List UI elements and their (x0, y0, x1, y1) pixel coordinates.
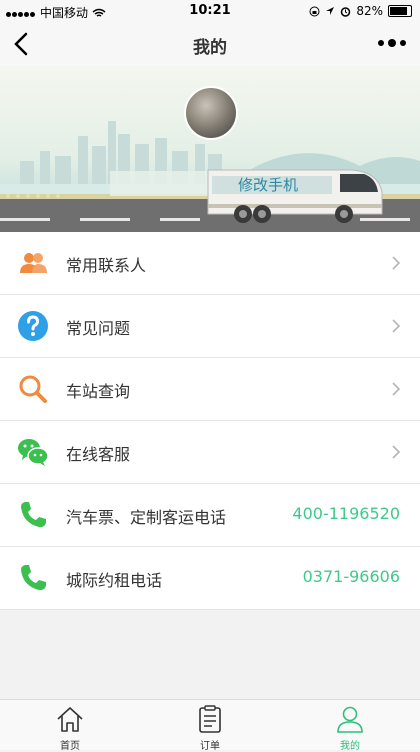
chevron-right-icon (392, 445, 400, 459)
navigation-bar: 我的 (0, 22, 420, 66)
home-icon (57, 707, 83, 732)
location-icon (326, 7, 335, 15)
tab-orders[interactable]: 订单 (140, 700, 280, 752)
tab-label: 首页 (60, 741, 80, 752)
menu-item-contacts[interactable]: 常用联系人 (0, 232, 420, 295)
menu-item-faq[interactable]: 常见问题 (0, 295, 420, 358)
clipboard-icon (199, 705, 221, 733)
edit-phone-link[interactable]: 修改手机 (238, 174, 298, 195)
tab-bar: 首页 订单 我的 (0, 699, 420, 752)
menu-item-online-service[interactable]: 在线客服 (0, 421, 420, 484)
tab-label: 订单 (200, 741, 220, 752)
alarm-icon (341, 6, 351, 17)
wechat-chat-icon (18, 439, 49, 466)
page-title: 我的 (193, 38, 227, 58)
status-bar: 中国移动 10:21 82% (0, 0, 420, 22)
menu-list: 常用联系人 常见问题 车站查询 在线客服 汽车票、定制客运电话 400-1196… (0, 232, 420, 610)
battery-icon (388, 5, 412, 17)
menu-item-bus-ticket-phone[interactable]: 汽车票、定制客运电话 400-1196520 (0, 484, 420, 547)
menu-label: 车站查询 (66, 382, 131, 401)
battery-percent: 82% (356, 4, 383, 18)
more-options-icon[interactable] (378, 39, 406, 47)
menu-label: 城际约租电话 (66, 571, 163, 590)
menu-label: 常用联系人 (66, 256, 147, 275)
search-icon (19, 375, 47, 403)
profile-banner: 修改手机 (0, 66, 420, 232)
chevron-right-icon (392, 319, 400, 333)
menu-item-station-search[interactable]: 车站查询 (0, 358, 420, 421)
tab-mine[interactable]: 我的 (280, 700, 420, 752)
tab-label: 我的 (340, 741, 360, 752)
chevron-right-icon (392, 382, 400, 396)
tab-home[interactable]: 首页 (0, 700, 140, 752)
user-avatar[interactable] (184, 86, 238, 140)
contacts-icon (20, 253, 47, 273)
question-icon (18, 311, 48, 341)
menu-label: 常见问题 (66, 319, 131, 338)
user-icon (337, 706, 363, 733)
phone-number[interactable]: 0371-96606 (303, 567, 400, 586)
menu-item-intercity-phone[interactable]: 城际约租电话 0371-96606 (0, 547, 420, 610)
chevron-right-icon (392, 256, 400, 270)
phone-number[interactable]: 400-1196520 (292, 504, 400, 523)
menu-label: 汽车票、定制客运电话 (66, 508, 227, 527)
menu-label: 在线客服 (66, 445, 131, 464)
lock-rotation-icon (309, 6, 320, 16)
phone-icon (21, 502, 46, 528)
phone-icon (21, 565, 46, 591)
